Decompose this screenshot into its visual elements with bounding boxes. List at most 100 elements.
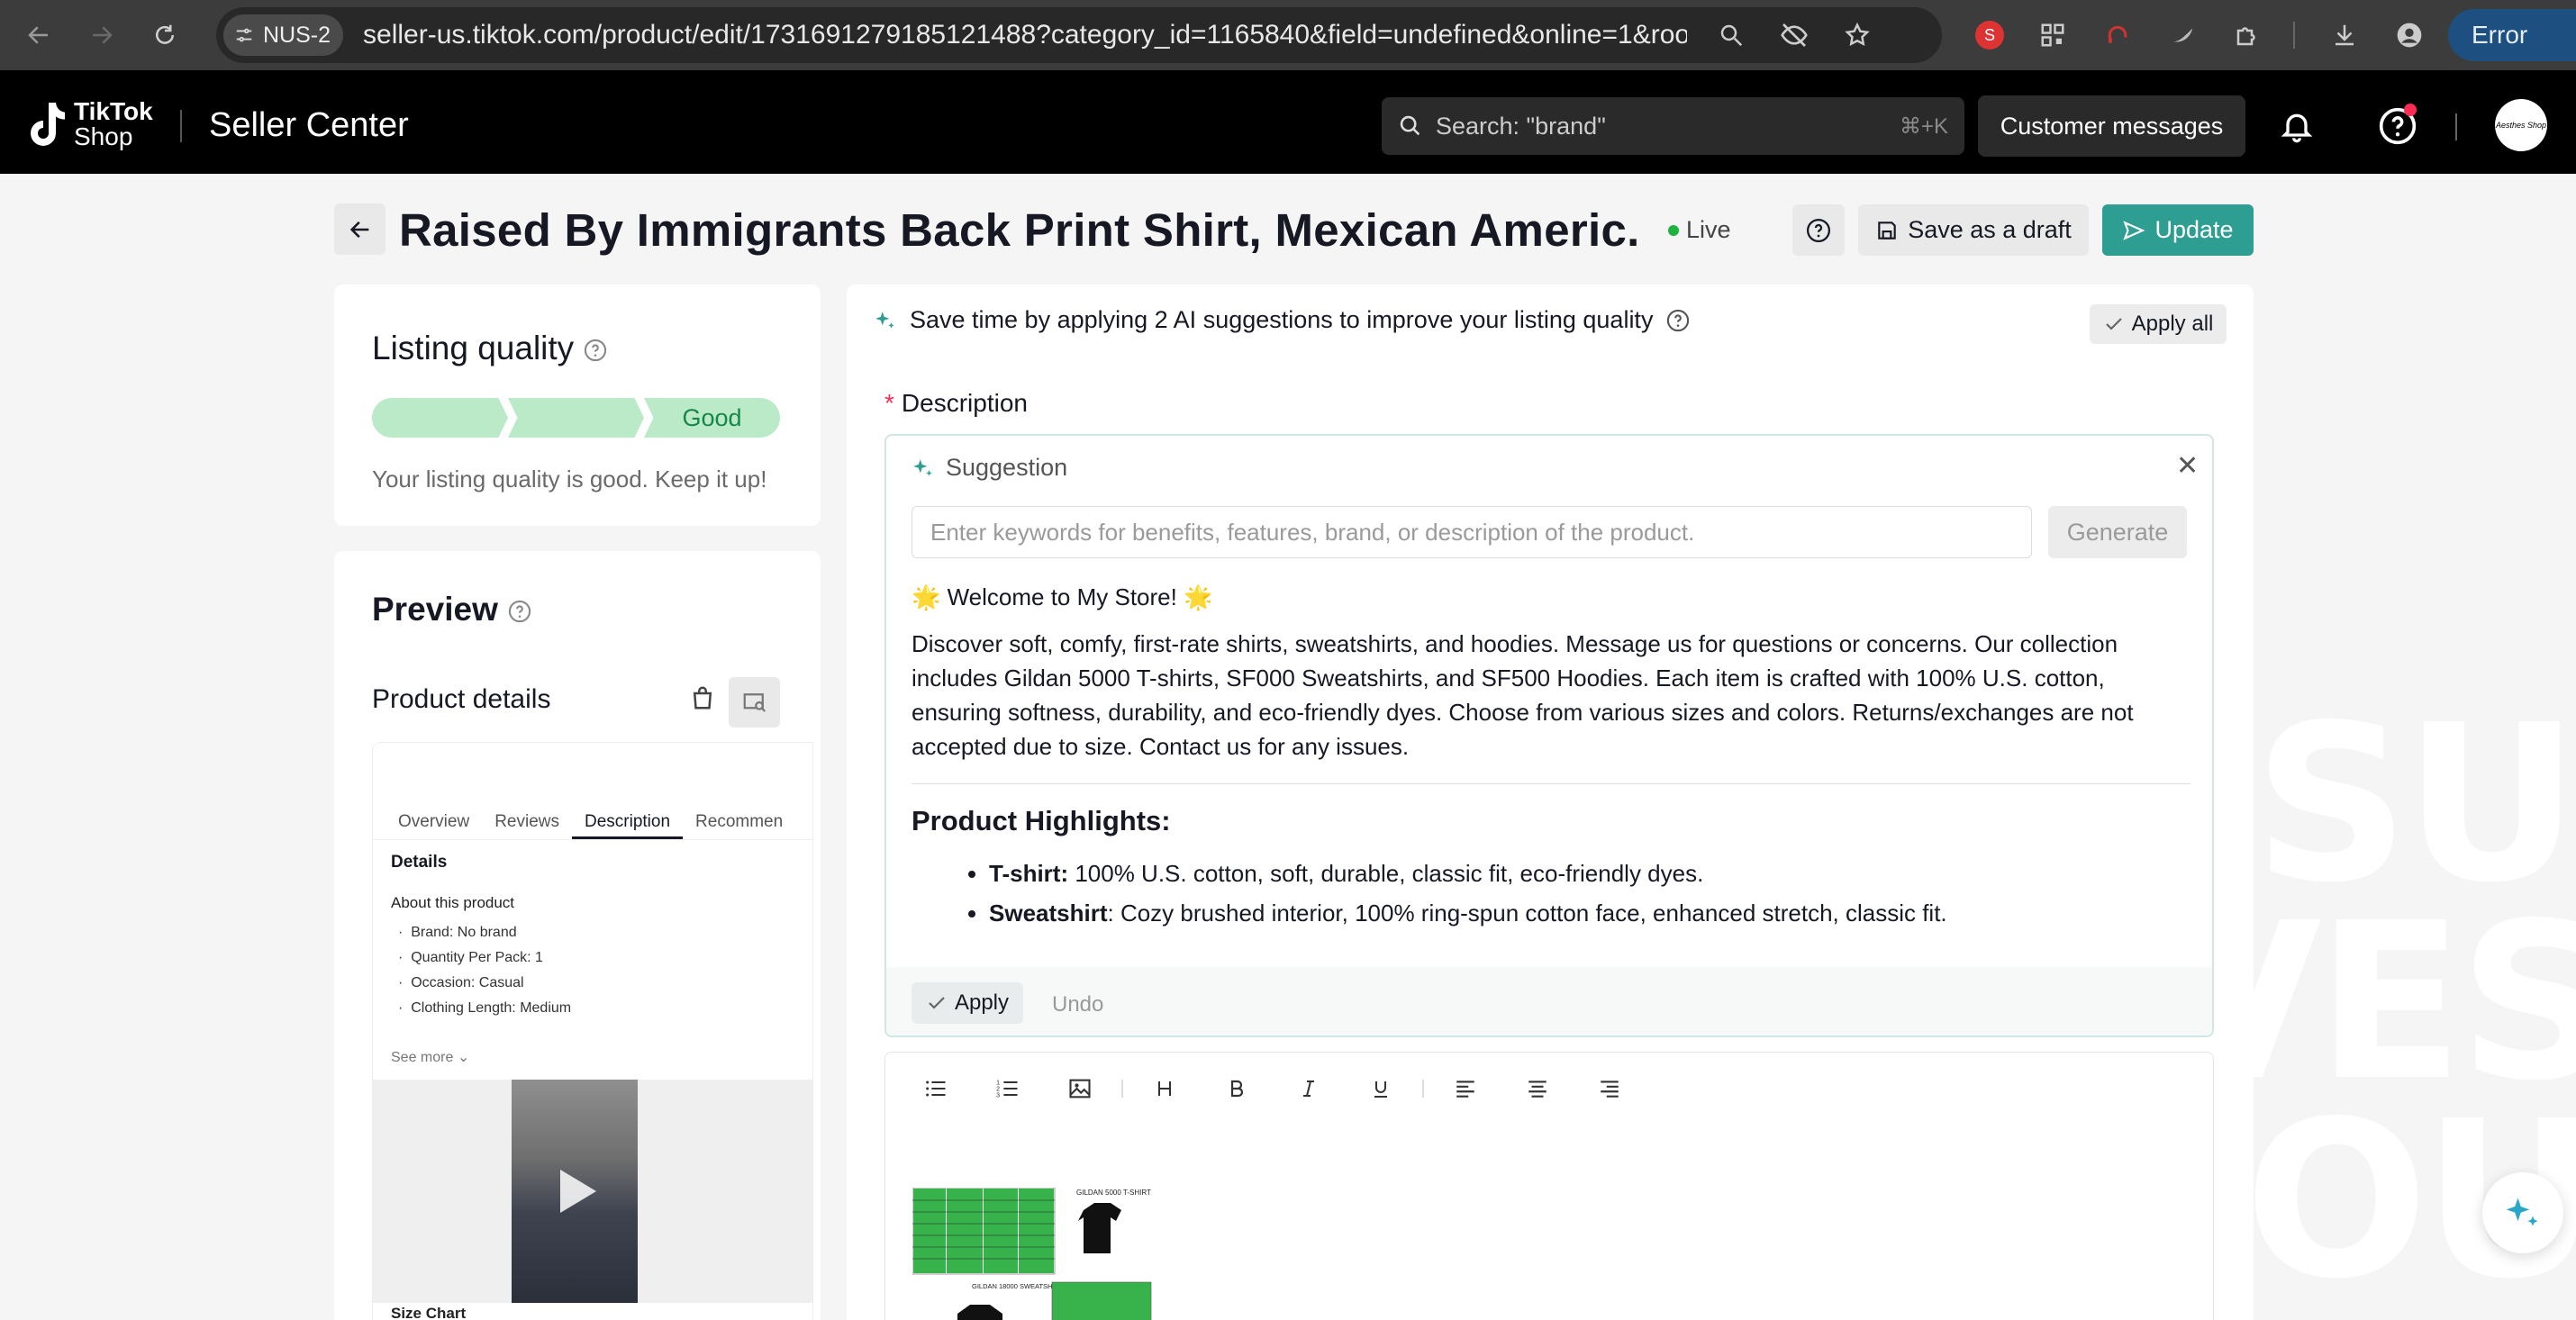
bell-icon[interactable]	[2279, 108, 2315, 149]
toolbar-divider	[2293, 22, 2295, 49]
rich-text-editor[interactable]: 123 GILDAN 5000 T-SHIRT GILDAN 18000 SWE…	[884, 1052, 2214, 1320]
extension-wing-icon[interactable]	[2165, 18, 2200, 52]
save-draft-label: Save as a draft	[1908, 216, 2072, 243]
qr-code-icon[interactable]	[2036, 18, 2070, 52]
extension-headset-icon[interactable]	[2100, 18, 2135, 52]
forward-nav-icon[interactable]	[77, 11, 126, 59]
preview-tabs: Overview Reviews Description Recommen	[373, 804, 812, 840]
ai-info-icon[interactable]	[1665, 308, 1691, 333]
address-bar[interactable]: NUS-2 seller-us.tiktok.com/product/edit/…	[216, 7, 1942, 63]
profile-icon[interactable]	[2392, 18, 2426, 52]
close-icon[interactable]: ✕	[2176, 450, 2199, 482]
align-left-icon[interactable]	[1429, 1065, 1501, 1112]
align-center-icon[interactable]	[1501, 1065, 1574, 1112]
listing-quality-title: Listing quality	[372, 330, 608, 367]
preview-tab-description[interactable]: Description	[572, 804, 684, 839]
site-info-chip[interactable]: NUS-2	[223, 14, 344, 56]
svg-text:3: 3	[996, 1092, 1000, 1098]
info-question-icon[interactable]	[583, 338, 608, 363]
search-placeholder: Search: "brand"	[1436, 112, 1606, 140]
product-video[interactable]	[373, 1080, 812, 1303]
apply-all-label: Apply all	[2131, 312, 2214, 336]
preview-tab-recommend[interactable]: Recommen	[683, 804, 795, 839]
error-chip[interactable]: Error	[2448, 9, 2576, 61]
bullet-list-icon[interactable]	[900, 1065, 972, 1112]
preview-info-icon[interactable]	[507, 599, 532, 624]
underline-icon[interactable]	[1345, 1065, 1417, 1112]
see-more-link[interactable]: See more ⌄	[391, 1048, 469, 1066]
send-icon	[2123, 220, 2145, 240]
notification-dot	[2404, 104, 2417, 116]
ai-assistant-button[interactable]	[2482, 1172, 2563, 1253]
extension-s-icon[interactable]: S	[1973, 18, 2007, 52]
apply-label: Apply	[954, 990, 1010, 1015]
global-search[interactable]: Search: "brand" ⌘+K	[1382, 97, 1964, 155]
numbered-list-icon[interactable]: 123	[972, 1065, 1044, 1112]
help-button[interactable]	[1792, 204, 1845, 256]
save-draft-button[interactable]: Save as a draft	[1858, 204, 2089, 256]
quality-message: Your listing quality is good. Keep it up…	[372, 466, 767, 493]
generate-button[interactable]: Generate	[2048, 506, 2187, 558]
about-item: · Brand: No brand	[398, 925, 517, 940]
customer-messages-button[interactable]: Customer messages	[1978, 95, 2245, 157]
listing-quality-panel: Listing quality Good Your listing qualit…	[334, 285, 821, 526]
about-item: · Clothing Length: Medium	[398, 1000, 572, 1016]
image-icon[interactable]	[1044, 1065, 1116, 1112]
header-divider	[180, 110, 182, 142]
reload-icon[interactable]	[141, 11, 189, 59]
sparkle-icon	[2506, 1198, 2538, 1226]
shopping-bag-icon[interactable]	[689, 684, 716, 716]
description-label-text: Description	[901, 389, 1028, 417]
app-name: Seller Center	[209, 106, 409, 144]
header-divider-right	[2455, 113, 2457, 140]
live-dot	[1668, 224, 1679, 236]
detail-view-toggle[interactable]	[729, 677, 780, 728]
undo-button[interactable]: Undo	[1052, 992, 1103, 1017]
details-heading: Details	[391, 853, 448, 872]
preview-tab-overview[interactable]: Overview	[385, 804, 482, 839]
url-text[interactable]: seller-us.tiktok.com/product/edit/173169…	[363, 20, 1687, 50]
shop-avatar[interactable]: Aesthes Shop	[2495, 99, 2547, 151]
size-chart-image[interactable]: GILDAN 5000 T-SHIRT GILDAN 18000 SWEATSH…	[912, 1188, 1165, 1320]
play-icon[interactable]	[560, 1170, 596, 1213]
bookmark-star-icon[interactable]	[1838, 16, 1876, 54]
suggestion-text: 🌟 Welcome to My Store! 🌟 Discover soft, …	[912, 580, 2191, 931]
back-button[interactable]	[334, 203, 385, 255]
keyword-input[interactable]	[912, 506, 2032, 558]
align-right-icon[interactable]	[1574, 1065, 1646, 1112]
svg-text:1: 1	[996, 1080, 1000, 1086]
search-icon	[1400, 115, 1420, 136]
profile-chip-label: NUS-2	[263, 22, 331, 48]
apply-all-button[interactable]: Apply all	[2090, 304, 2227, 344]
apply-button[interactable]: Apply	[912, 982, 1023, 1024]
back-nav-icon[interactable]	[14, 11, 63, 59]
italic-icon[interactable]	[1273, 1065, 1345, 1112]
preview-panel: Preview Product details Overview Reviews…	[334, 551, 821, 1320]
highlight-item: T-shirt: 100% U.S. cotton, soft, durable…	[989, 856, 2191, 891]
preview-label: Preview	[372, 591, 498, 628]
eye-off-icon[interactable]	[1775, 16, 1813, 54]
divider	[912, 783, 2191, 784]
quality-progress-bar: Good	[372, 398, 780, 438]
ai-suggestion-box: Suggestion ✕ Generate 🌟 Welcome to My St…	[884, 434, 2214, 1037]
update-label: Update	[2154, 216, 2234, 243]
zoom-icon[interactable]	[1712, 16, 1750, 54]
download-icon[interactable]	[2327, 18, 2362, 52]
tiktok-shop-logo[interactable]: TikTok Shop	[25, 99, 153, 149]
suggestion-header: Suggestion	[912, 454, 1067, 482]
ai-banner-text: Save time by applying 2 AI suggestions t…	[910, 306, 1654, 333]
status-label: Live	[1686, 216, 1731, 243]
background-graphic: SUS VES OU	[2254, 174, 2576, 1320]
bold-icon[interactable]	[1201, 1065, 1273, 1112]
quality-segment-3: Good	[644, 398, 780, 438]
update-button[interactable]: Update	[2102, 204, 2254, 256]
check-icon	[2105, 318, 2122, 330]
check-icon	[929, 997, 945, 1009]
sparkle-icon	[913, 458, 932, 476]
toolbar-separator	[1422, 1080, 1424, 1098]
preview-tab-reviews[interactable]: Reviews	[482, 804, 572, 839]
highlights-list: T-shirt: 100% U.S. cotton, soft, durable…	[912, 856, 2191, 930]
extensions-puzzle-icon[interactable]	[2230, 18, 2264, 52]
arrow-left-icon	[349, 221, 368, 238]
heading-icon[interactable]	[1129, 1065, 1201, 1112]
